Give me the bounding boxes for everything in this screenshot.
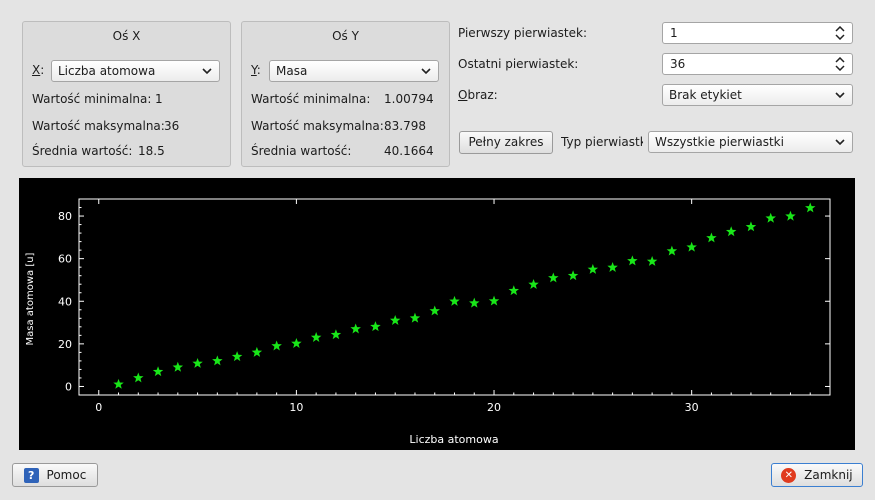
data-point-star (389, 314, 401, 325)
x-axis-group-title: Oś X (112, 29, 141, 43)
help-button[interactable]: ? Pomoc (12, 463, 98, 487)
x-min-label: Wartość minimalna: (32, 92, 152, 106)
data-point-star (587, 263, 599, 274)
help-icon: ? (23, 468, 39, 483)
data-point-star (627, 255, 638, 266)
close-button-label: Zamknij (804, 468, 853, 482)
data-point-star (765, 212, 776, 223)
first-element-label: Pierwszy pierwiastek: (458, 26, 588, 40)
close-button[interactable]: ✕ Zamknij (771, 463, 863, 487)
last-element-value: 36 (670, 57, 686, 71)
first-element-value: 1 (670, 26, 678, 40)
y-avg-label: Średnia wartość: (251, 144, 352, 158)
y-avg-value: 40.1664 (384, 144, 434, 158)
data-point-star (350, 323, 361, 334)
data-point-star (251, 346, 263, 357)
first-element-spinbox[interactable]: 1 (662, 22, 853, 44)
data-point-star (370, 321, 381, 332)
last-element-label: Ostatni pierwiastek: (458, 57, 579, 71)
y-tick-label: 60 (58, 253, 72, 266)
data-point-star (429, 305, 440, 316)
element-type-label: Typ pierwiastk (561, 135, 643, 149)
image-select-value: Brak etykiet (669, 88, 742, 102)
data-point-star (231, 351, 243, 362)
x-avg-value: 18.5 (138, 144, 165, 158)
x-tick-label: 30 (685, 401, 699, 414)
data-point-star (449, 295, 460, 306)
plot-area: 0 10 20 30 0 20 40 60 80 Liczba atomowa Masa ato… (19, 178, 855, 450)
chevron-down-icon (834, 132, 846, 152)
spin-arrows-icon[interactable] (834, 23, 846, 43)
data-point-star (548, 272, 559, 283)
element-type-select-value: Wszystkie pierwiastki (655, 135, 784, 149)
full-range-button[interactable]: Pełny zakres (459, 131, 553, 154)
chevron-down-icon (201, 61, 213, 81)
data-point-star (172, 361, 184, 372)
y-tick-label: 0 (65, 380, 72, 393)
image-select[interactable]: Brak etykiet (662, 84, 853, 106)
data-point-star (291, 337, 302, 348)
data-point-star (409, 312, 421, 323)
y-max-value: 83.798 (384, 119, 426, 133)
data-point-star (745, 221, 757, 232)
data-point-star (528, 279, 539, 289)
data-point-star (113, 378, 124, 389)
scatter-chart: 0 10 20 30 0 20 40 60 80 Liczba atomowa Masa ato… (25, 198, 831, 446)
x-axis-group: Oś X X: Liczba atomowa Wartość minimalna… (22, 21, 231, 167)
data-point-star (686, 241, 697, 252)
x-axis-select[interactable]: Liczba atomowa (51, 60, 220, 82)
y-axis-combo-label: Y: (251, 63, 261, 77)
data-point-star (271, 340, 282, 351)
help-button-label: Pomoc (46, 468, 87, 482)
full-range-button-label: Pełny zakres (468, 135, 544, 149)
data-point-star (725, 226, 737, 237)
data-point-star (212, 355, 223, 366)
data-point-star (805, 202, 816, 213)
data-point-star (666, 245, 678, 256)
x-axis-select-value: Liczba atomowa (58, 64, 156, 78)
data-point-star (646, 255, 658, 266)
close-icon: ✕ (781, 468, 797, 483)
data-point-star (133, 372, 144, 383)
x-tick-label: 10 (289, 401, 303, 414)
data-point-star (567, 270, 579, 281)
x-tick-label: 0 (95, 401, 102, 414)
x-max-value: 36 (164, 119, 180, 133)
chevron-down-icon (834, 85, 846, 105)
data-point-star (607, 262, 618, 272)
x-axis-combo-label: X: (32, 63, 45, 77)
data-point-star (152, 366, 164, 377)
y-max-label: Wartość maksymalna: (251, 119, 384, 133)
x-min-value: 1 (155, 92, 163, 106)
data-point-star (785, 210, 796, 221)
y-min-value: 1.00794 (384, 92, 434, 106)
data-point-star (469, 297, 480, 308)
chevron-down-icon (420, 61, 432, 81)
last-element-spinbox[interactable]: 36 (662, 53, 853, 75)
y-tick-label: 80 (58, 210, 72, 223)
y-axis-group: Oś Y Y: Masa Wartość minimalna: 1.00794 … (241, 21, 450, 167)
y-tick-label: 40 (58, 295, 72, 308)
data-point-star (706, 232, 717, 243)
x-avg-label: Średnia wartość: (32, 144, 133, 158)
image-label: Obraz: (458, 88, 498, 102)
data-point-star (508, 285, 520, 296)
data-point-star (310, 332, 322, 342)
x-tick-label: 20 (487, 401, 501, 414)
data-point-star (330, 329, 342, 340)
y-axis-title: Masa atomowa [u] (25, 252, 36, 345)
data-point-star (192, 357, 203, 368)
y-tick-label: 20 (58, 338, 72, 351)
x-max-label: Wartość maksymalna: (32, 119, 165, 133)
y-axis-select-value: Masa (276, 64, 308, 78)
element-type-select[interactable]: Wszystkie pierwiastki (648, 131, 853, 153)
y-min-label: Wartość minimalna: (251, 92, 371, 106)
y-axis-group-title: Oś Y (332, 29, 359, 43)
data-point-star (488, 295, 500, 306)
y-axis-select[interactable]: Masa (269, 60, 439, 82)
spin-arrows-icon[interactable] (834, 54, 846, 74)
x-axis-title: Liczba atomowa (409, 433, 498, 446)
